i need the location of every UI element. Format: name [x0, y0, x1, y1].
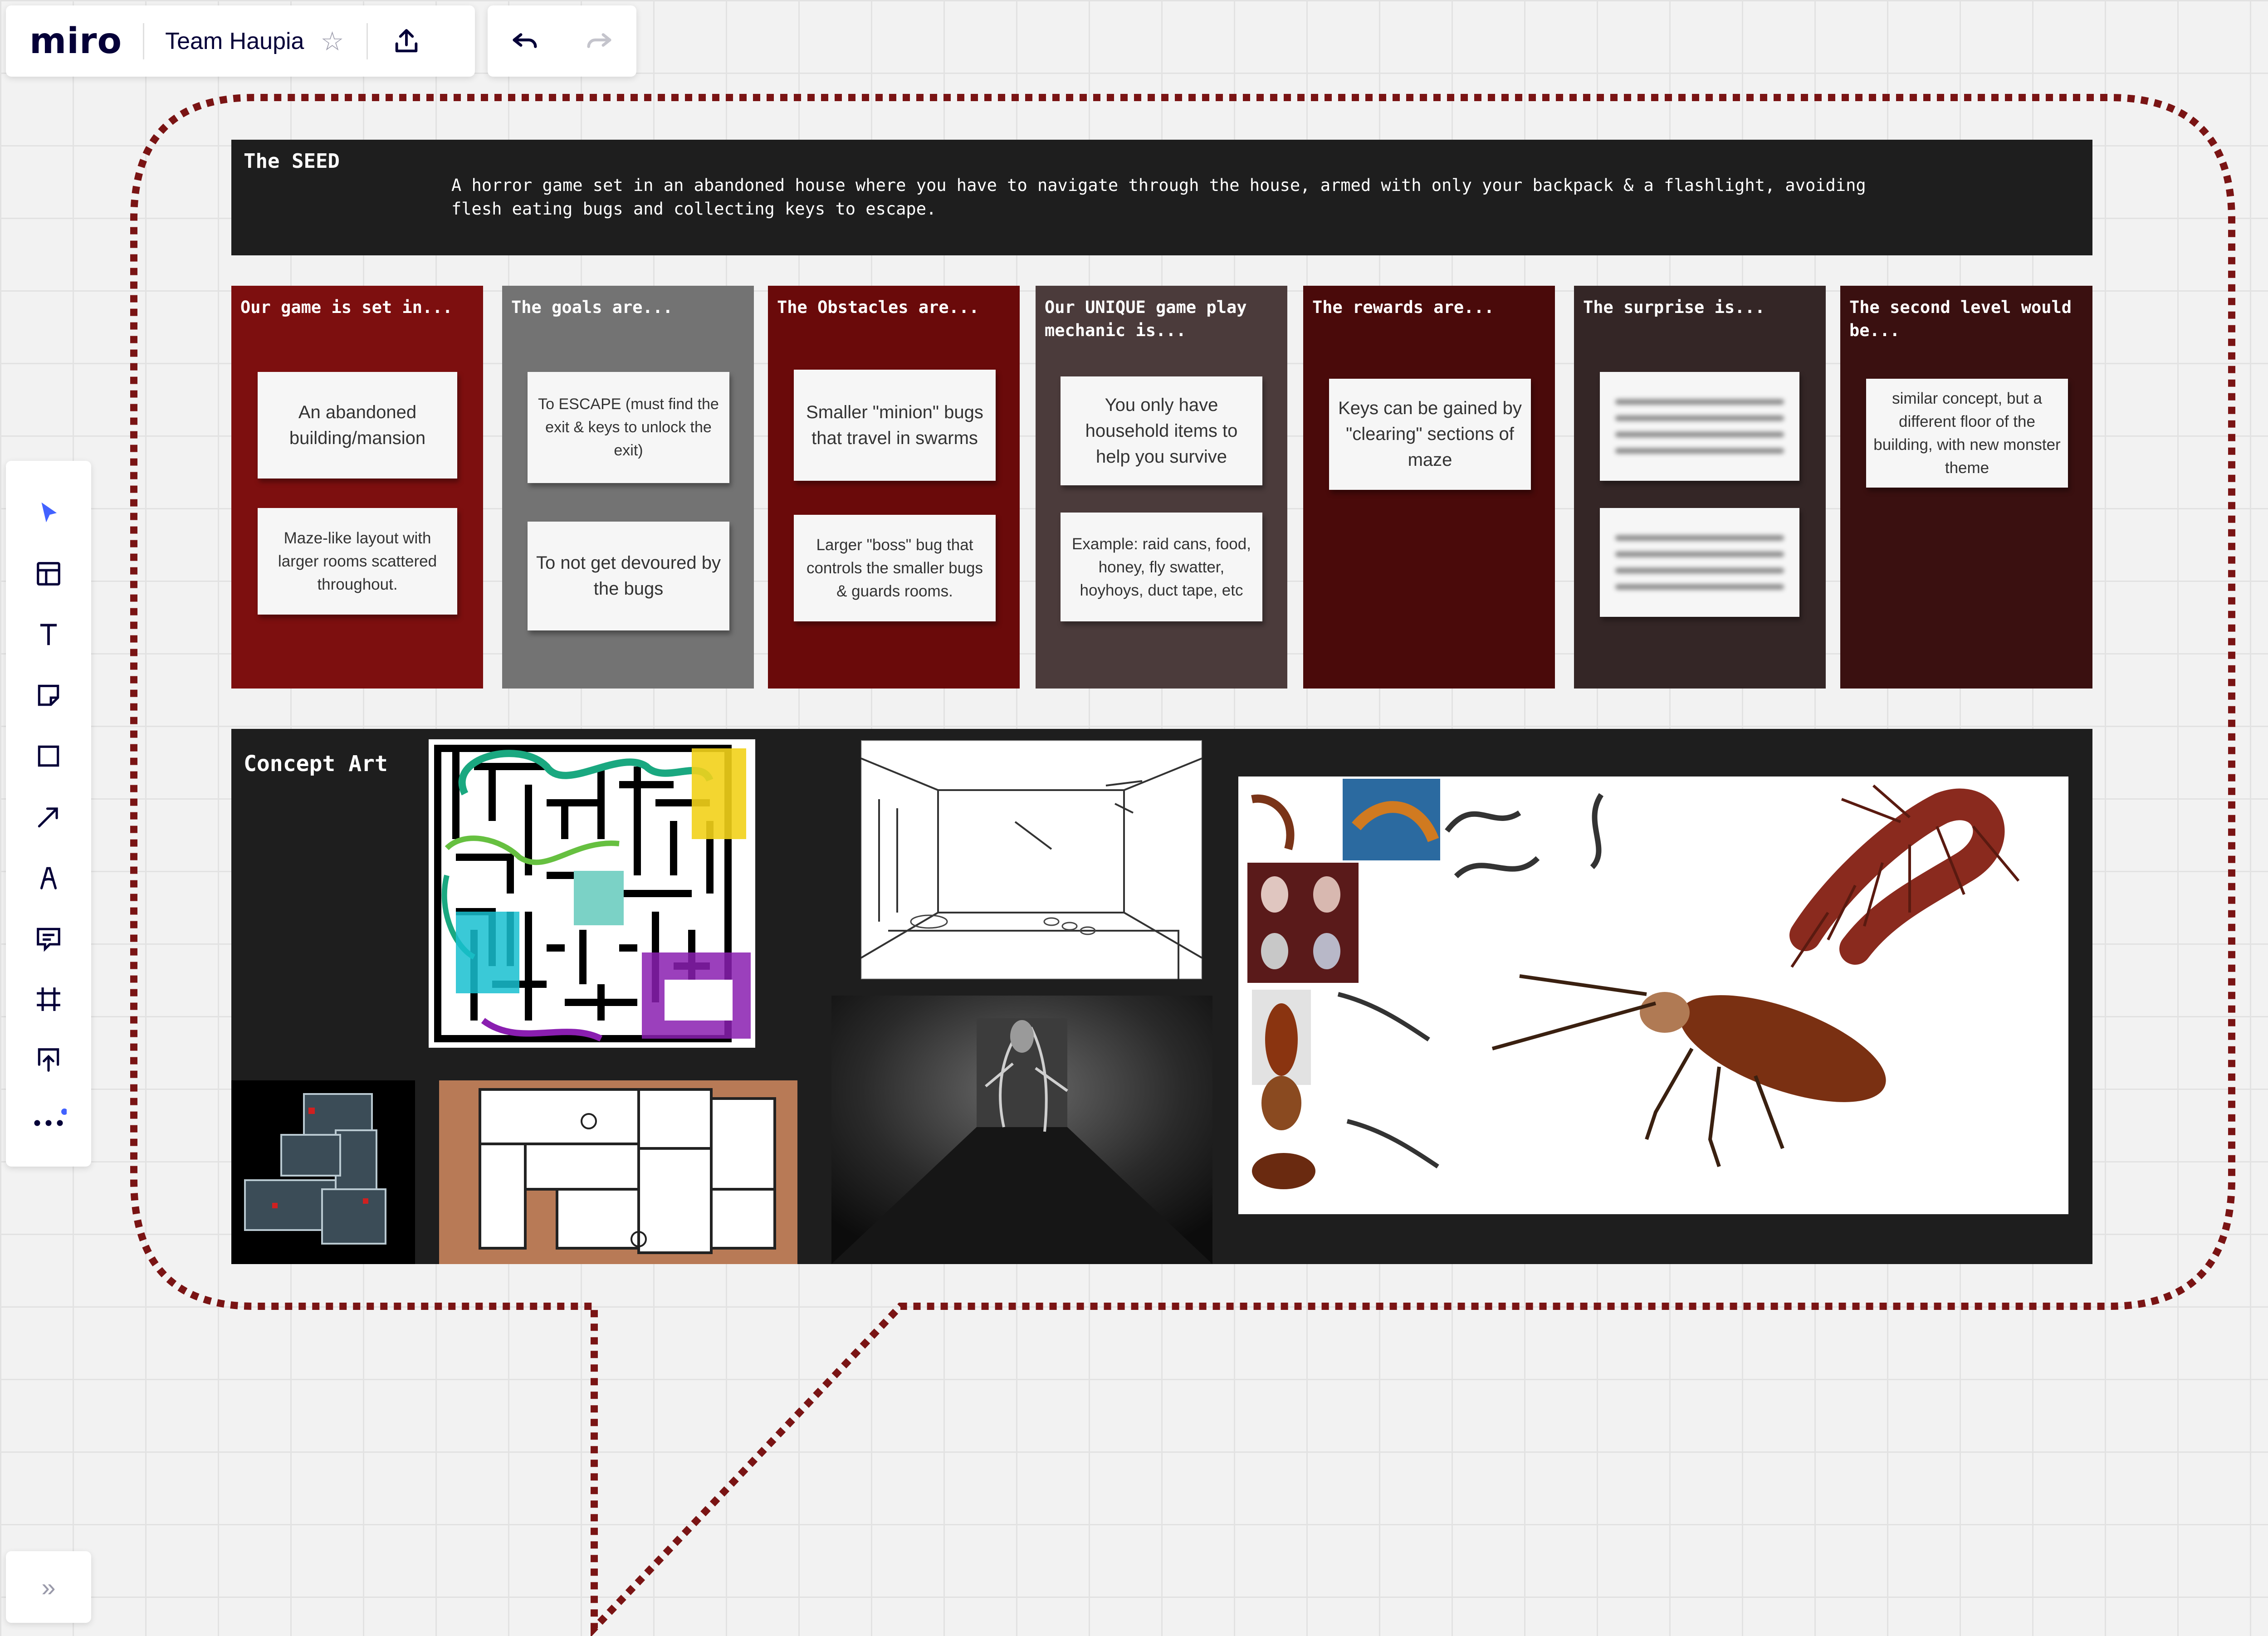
redo-icon[interactable]	[579, 21, 620, 62]
column-title: The goals are...	[511, 298, 673, 317]
sticky-note[interactable]: Larger "boss" bug that controls the smal…	[794, 515, 996, 621]
bug-reference-collage-image[interactable]	[1238, 776, 2068, 1214]
sticky-note[interactable]: You only have household items to help yo…	[1061, 376, 1262, 485]
column-title: The second level would be...	[1849, 298, 2072, 340]
pen-tool[interactable]	[24, 853, 73, 903]
select-tool[interactable]	[24, 488, 73, 538]
sticky-note-icon	[38, 684, 59, 706]
text-icon	[40, 624, 57, 645]
sticky-note-redacted[interactable]	[1600, 372, 1799, 481]
comment-tool[interactable]	[24, 913, 73, 963]
undo-icon[interactable]	[504, 21, 545, 62]
room-sketch-image[interactable]	[861, 740, 1202, 979]
column-title: Our game is set in...	[240, 298, 453, 317]
maze-sketch-image[interactable]	[429, 739, 755, 1048]
sticky-note[interactable]: Smaller "minion" bugs that travel in swa…	[794, 370, 996, 481]
column-obstacles[interactable]: The Obstacles are... Smaller "minion" bu…	[768, 286, 1020, 689]
more-icon	[34, 1109, 67, 1126]
sticky-note[interactable]: To not get devoured by the bugs	[528, 522, 729, 630]
sticky-note[interactable]: Example: raid cans, food, honey, fly swa…	[1061, 513, 1262, 621]
concept-art-title: Concept Art	[244, 751, 388, 776]
sticky-note[interactable]: Maze-like layout with larger rooms scatt…	[258, 508, 457, 615]
templates-tool[interactable]	[24, 549, 73, 599]
sticky-note[interactable]: similar concept, but a different floor o…	[1866, 379, 2068, 488]
floor-plan-colored-image[interactable]	[439, 1080, 797, 1264]
redacted-text	[1615, 448, 1784, 454]
floor-plan-blueprint-image[interactable]	[231, 1080, 415, 1264]
header-divider	[367, 23, 368, 59]
column-title: The Obstacles are...	[777, 298, 979, 317]
square-icon	[38, 745, 59, 767]
connection-line-tool[interactable]	[24, 792, 73, 842]
header-divider	[143, 23, 145, 59]
column-surprise[interactable]: The surprise is...	[1574, 286, 1826, 689]
frame-tool[interactable]	[24, 974, 73, 1024]
redacted-text	[1615, 552, 1784, 557]
column-title: Our UNIQUE game play mechanic is...	[1045, 298, 1247, 340]
sticky-note[interactable]: An abandoned building/mansion	[258, 372, 457, 479]
star-icon[interactable]: ☆	[320, 26, 344, 57]
cursor-icon	[41, 502, 57, 523]
sticky-note[interactable]: Keys can be gained by "clearing" section…	[1329, 379, 1531, 490]
shape-tool[interactable]	[24, 731, 73, 781]
seed-description: A horror game set in an abandoned house …	[451, 176, 1866, 219]
seed-title: The SEED	[244, 150, 340, 173]
expand-panel-button[interactable]: »	[6, 1551, 91, 1623]
frame-icon	[37, 987, 60, 1011]
column-mechanic[interactable]: Our UNIQUE game play mechanic is... You …	[1036, 286, 1287, 689]
redacted-text	[1615, 568, 1784, 573]
column-second-level[interactable]: The second level would be... similar con…	[1840, 286, 2092, 689]
arrow-icon	[38, 807, 58, 828]
more-tools[interactable]	[24, 1096, 73, 1146]
upload-icon	[38, 1048, 59, 1072]
dark-hallway-image[interactable]	[831, 996, 1212, 1264]
pen-icon	[40, 867, 57, 889]
miro-logo[interactable]: miro	[29, 21, 122, 62]
column-title: The rewards are...	[1312, 298, 1494, 317]
templates-icon	[37, 562, 60, 586]
left-toolbar	[6, 461, 91, 1167]
text-tool[interactable]	[24, 610, 73, 659]
sticky-note-redacted[interactable]	[1600, 508, 1799, 617]
column-goals[interactable]: The goals are... To ESCAPE (must find th…	[502, 286, 754, 689]
redacted-text	[1615, 432, 1784, 437]
board-name[interactable]: Team Haupia	[165, 28, 304, 55]
undo-redo-bar	[488, 5, 636, 77]
column-setting[interactable]: Our game is set in... An abandoned build…	[231, 286, 483, 689]
collapse-label: »	[41, 1573, 56, 1602]
redacted-text	[1615, 535, 1784, 541]
redacted-text	[1615, 584, 1784, 590]
redacted-text	[1615, 415, 1784, 421]
comment-icon	[37, 928, 60, 952]
upload-icon[interactable]	[386, 21, 427, 62]
redacted-text	[1615, 399, 1784, 405]
board-header: miro Team Haupia ☆	[6, 5, 475, 77]
column-title: The surprise is...	[1583, 298, 1765, 317]
sticky-note[interactable]: To ESCAPE (must find the exit & keys to …	[528, 372, 729, 483]
sticky-note-tool[interactable]	[24, 670, 73, 720]
column-rewards[interactable]: The rewards are... Keys can be gained by…	[1303, 286, 1555, 689]
upload-tool[interactable]	[24, 1035, 73, 1085]
